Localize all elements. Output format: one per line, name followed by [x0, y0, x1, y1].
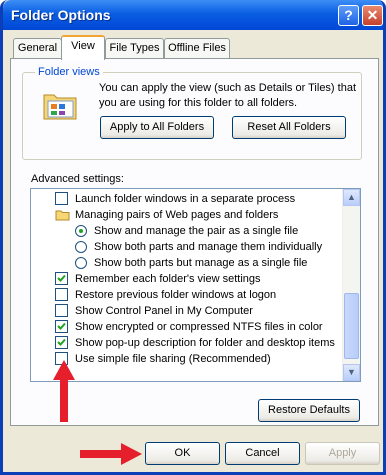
red-arrow-right-shaft	[80, 450, 125, 458]
radio-button[interactable]	[75, 225, 87, 237]
checkbox[interactable]	[55, 304, 68, 317]
ok-button[interactable]: OK	[145, 442, 220, 465]
scroll-down-button[interactable]: ▼	[343, 364, 360, 381]
scrollbar[interactable]: ▲ ▼	[342, 189, 360, 381]
tab-offline-files[interactable]: Offline Files	[164, 38, 230, 58]
radio-button[interactable]	[75, 241, 87, 253]
checkbox[interactable]	[55, 320, 68, 333]
checkbox[interactable]	[55, 192, 68, 205]
tab-general[interactable]: General	[13, 38, 62, 58]
folder-views-legend: Folder views	[35, 66, 103, 78]
tab-view[interactable]: View	[61, 35, 105, 60]
reset-all-folders-button[interactable]: Reset All Folders	[232, 116, 346, 139]
scroll-thumb[interactable]	[344, 293, 359, 359]
advanced-settings-list[interactable]: Launch folder windows in a separate proc…	[30, 188, 361, 382]
red-arrow-right-icon	[121, 443, 142, 465]
radio-button[interactable]	[75, 257, 87, 269]
title-bar[interactable]: Folder Options ? ✕	[3, 0, 383, 30]
apply-to-all-folders-button[interactable]: Apply to All Folders	[100, 116, 214, 139]
restore-defaults-button[interactable]: Restore Defaults	[258, 399, 360, 422]
window-title: Folder Options	[11, 7, 111, 23]
close-button[interactable]: ✕	[362, 5, 383, 26]
red-arrow-up-icon	[53, 360, 75, 380]
cancel-button[interactable]: Cancel	[225, 442, 300, 465]
apply-button[interactable]: Apply	[305, 442, 380, 465]
folder-options-dialog: Folder Options ? ✕ General View File Typ…	[0, 0, 386, 475]
checkbox[interactable]	[55, 336, 68, 349]
checkbox[interactable]	[55, 288, 68, 301]
help-button[interactable]: ?	[338, 5, 359, 26]
folder-views-description: You can apply the view (such as Details …	[99, 82, 357, 109]
advanced-settings-label: Advanced settings:	[31, 173, 124, 185]
folder-icon	[43, 94, 77, 120]
checkbox[interactable]	[55, 272, 68, 285]
tab-file-types[interactable]: File Types	[105, 38, 164, 58]
folder-icon	[55, 210, 70, 221]
scroll-up-button[interactable]: ▲	[343, 189, 360, 206]
red-arrow-up-shaft	[60, 377, 68, 422]
